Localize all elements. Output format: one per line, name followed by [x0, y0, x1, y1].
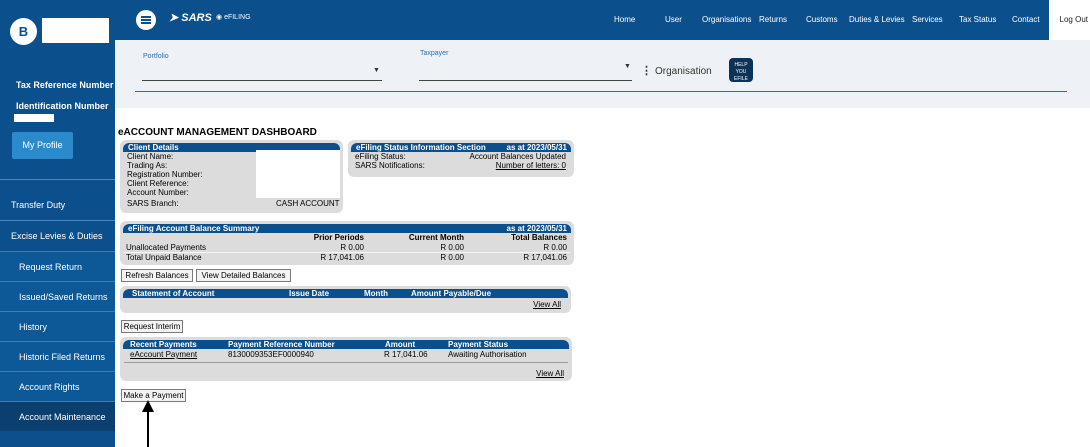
notifications-link[interactable]: Number of letters: 0	[496, 161, 566, 170]
col-issue-date: Issue Date	[289, 289, 330, 298]
portfolio-selector-panel: Portfolio ▼ Taxpayer ▼ ⋮ Organisation HE…	[115, 40, 1090, 108]
portfolio-chevron-down-icon[interactable]: ▼	[373, 67, 380, 74]
identification-number-label: Identification Number	[16, 101, 109, 111]
sars-logo: ➤ SARS	[169, 12, 212, 24]
hamburger-menu-icon[interactable]	[136, 10, 156, 30]
recent-payments-panel: Recent Payments Payment Reference Number…	[120, 337, 572, 381]
sidebar-divider	[0, 179, 115, 180]
balance-summary-panel: eFiling Account Balance Summary as at 20…	[120, 221, 574, 265]
efiling-status-value: Account Balances Updated	[469, 152, 566, 161]
statement-header: Statement of Account Issue Date Month Am…	[123, 289, 568, 298]
col-current-month: Current Month	[408, 233, 464, 242]
taxpayer-select[interactable]	[419, 80, 632, 81]
col-month: Month	[364, 289, 388, 298]
nav-organisations[interactable]: Organisations	[702, 15, 751, 24]
sidebar-item-history[interactable]: History	[0, 311, 115, 341]
redacted-id-number	[14, 114, 54, 122]
nav-contact[interactable]: Contact	[1012, 15, 1040, 24]
annotation-arrow	[147, 409, 149, 447]
sars-branch-value: CASH ACCOUNT	[276, 199, 340, 208]
sidebar-item-transfer-duty[interactable]: Transfer Duty	[0, 190, 115, 220]
redacted-username	[42, 18, 109, 43]
col-amount: Amount	[385, 340, 416, 349]
client-name-label: Client Name:	[127, 152, 174, 161]
taxpayer-label: Taxpayer	[420, 50, 449, 57]
sidebar-item-request-return[interactable]: Request Return	[0, 251, 115, 281]
nav-customs[interactable]: Customs	[806, 15, 838, 24]
nav-home[interactable]: Home	[614, 15, 635, 24]
trading-as-label: Trading As:	[127, 161, 168, 170]
status-as-at-date: as at 2023/05/31	[506, 143, 568, 152]
top-navigation-bar: ➤ SARS ◉ eFILING Home User Organisations…	[115, 0, 1090, 40]
sidebar: B Tax Reference Number Identification Nu…	[0, 0, 115, 447]
efiling-logo: ◉ eFILING	[216, 14, 251, 21]
registration-number-label: Registration Number:	[127, 170, 203, 179]
nav-returns[interactable]: Returns	[759, 15, 787, 24]
col-recent-payments: Recent Payments	[130, 340, 197, 349]
help-you-efile-icon[interactable]: HELP YOU EFILE	[729, 58, 753, 82]
col-prior-periods: Prior Periods	[313, 233, 364, 242]
redacted-client-values	[256, 150, 340, 198]
sidebar-item-account-rights[interactable]: Account Rights	[0, 371, 115, 401]
nav-services[interactable]: Services	[912, 15, 943, 24]
statement-view-all-link[interactable]: View All	[533, 300, 561, 309]
efiling-status-panel: eFiling Status Information Section as at…	[348, 140, 574, 177]
sars-notifications-label: SARS Notifications:	[355, 161, 425, 170]
organisation-label: Organisation	[655, 66, 712, 77]
unpaid-total: R 17,041.06	[523, 253, 567, 262]
recent-payments-header: Recent Payments Payment Reference Number…	[123, 340, 569, 349]
portfolio-label: Portfolio	[143, 53, 169, 60]
my-profile-button[interactable]: My Profile	[12, 132, 73, 159]
unallocated-total: R 0.00	[543, 243, 567, 252]
unallocated-current: R 0.00	[440, 243, 464, 252]
statement-panel: Statement of Account Issue Date Month Am…	[120, 286, 571, 313]
efiling-status-label: eFiling Status:	[355, 152, 406, 161]
nav-log-out[interactable]: Log Out	[1049, 0, 1090, 40]
client-reference-label: Client Reference:	[127, 179, 189, 188]
unpaid-balance-label: Total Unpaid Balance	[126, 253, 202, 262]
sidebar-item-issued-saved-returns[interactable]: Issued/Saved Returns	[0, 281, 115, 311]
balance-summary-header: eFiling Account Balance Summary as at 20…	[123, 224, 571, 233]
page-title: eACCOUNT MANAGEMENT DASHBOARD	[118, 127, 317, 138]
payment-type-link[interactable]: eAccount Payment	[130, 350, 197, 359]
payment-reference: 8130009353EF0000940	[228, 350, 314, 359]
refresh-balances-button[interactable]: Refresh Balances	[121, 269, 193, 282]
col-payment-status: Payment Status	[448, 340, 509, 349]
selector-divider	[135, 91, 1067, 92]
col-amount-payable: Amount Payable/Due	[411, 289, 492, 298]
nav-tax-status[interactable]: Tax Status	[959, 15, 996, 24]
sidebar-item-account-maintenance[interactable]: Account Maintenance	[0, 401, 115, 431]
nav-user[interactable]: User	[665, 15, 682, 24]
col-statement-of-account: Statement of Account	[132, 289, 215, 298]
efiling-status-header: eFiling Status Information Section as at…	[351, 143, 571, 152]
request-interim-button[interactable]: Request Interim	[121, 320, 183, 333]
payments-view-all-link[interactable]: View All	[536, 369, 564, 378]
col-payment-reference: Payment Reference Number	[228, 340, 335, 349]
nav-duties-levies[interactable]: Duties & Levies	[849, 15, 905, 24]
unpaid-prior: R 17,041.06	[320, 253, 364, 262]
account-number-label: Account Number:	[127, 188, 189, 197]
sidebar-item-excise-levies-duties[interactable]: Excise Levies & Duties	[0, 221, 115, 251]
sars-branch-label: SARS Branch:	[127, 199, 179, 208]
unpaid-current: R 0.00	[440, 253, 464, 262]
taxpayer-chevron-down-icon[interactable]: ▼	[624, 63, 631, 70]
client-details-panel: Client Details Client Name: Trading As: …	[120, 140, 343, 213]
user-avatar[interactable]: B	[10, 18, 37, 45]
col-total-balances: Total Balances	[511, 233, 567, 242]
balance-as-at-date: as at 2023/05/31	[506, 224, 568, 233]
payment-amount: R 17,041.06	[384, 350, 428, 359]
portfolio-select[interactable]	[142, 80, 382, 81]
unallocated-prior: R 0.00	[340, 243, 364, 252]
unallocated-payments-label: Unallocated Payments	[126, 243, 207, 252]
sidebar-item-historic-filed-returns[interactable]: Historic Filed Returns	[0, 341, 115, 371]
tax-reference-label: Tax Reference Number	[16, 80, 114, 90]
more-options-icon[interactable]: ⋮	[641, 64, 652, 77]
payment-status: Awaiting Authorisation	[448, 350, 527, 359]
view-detailed-balances-button[interactable]: View Detailed Balances	[196, 269, 291, 282]
